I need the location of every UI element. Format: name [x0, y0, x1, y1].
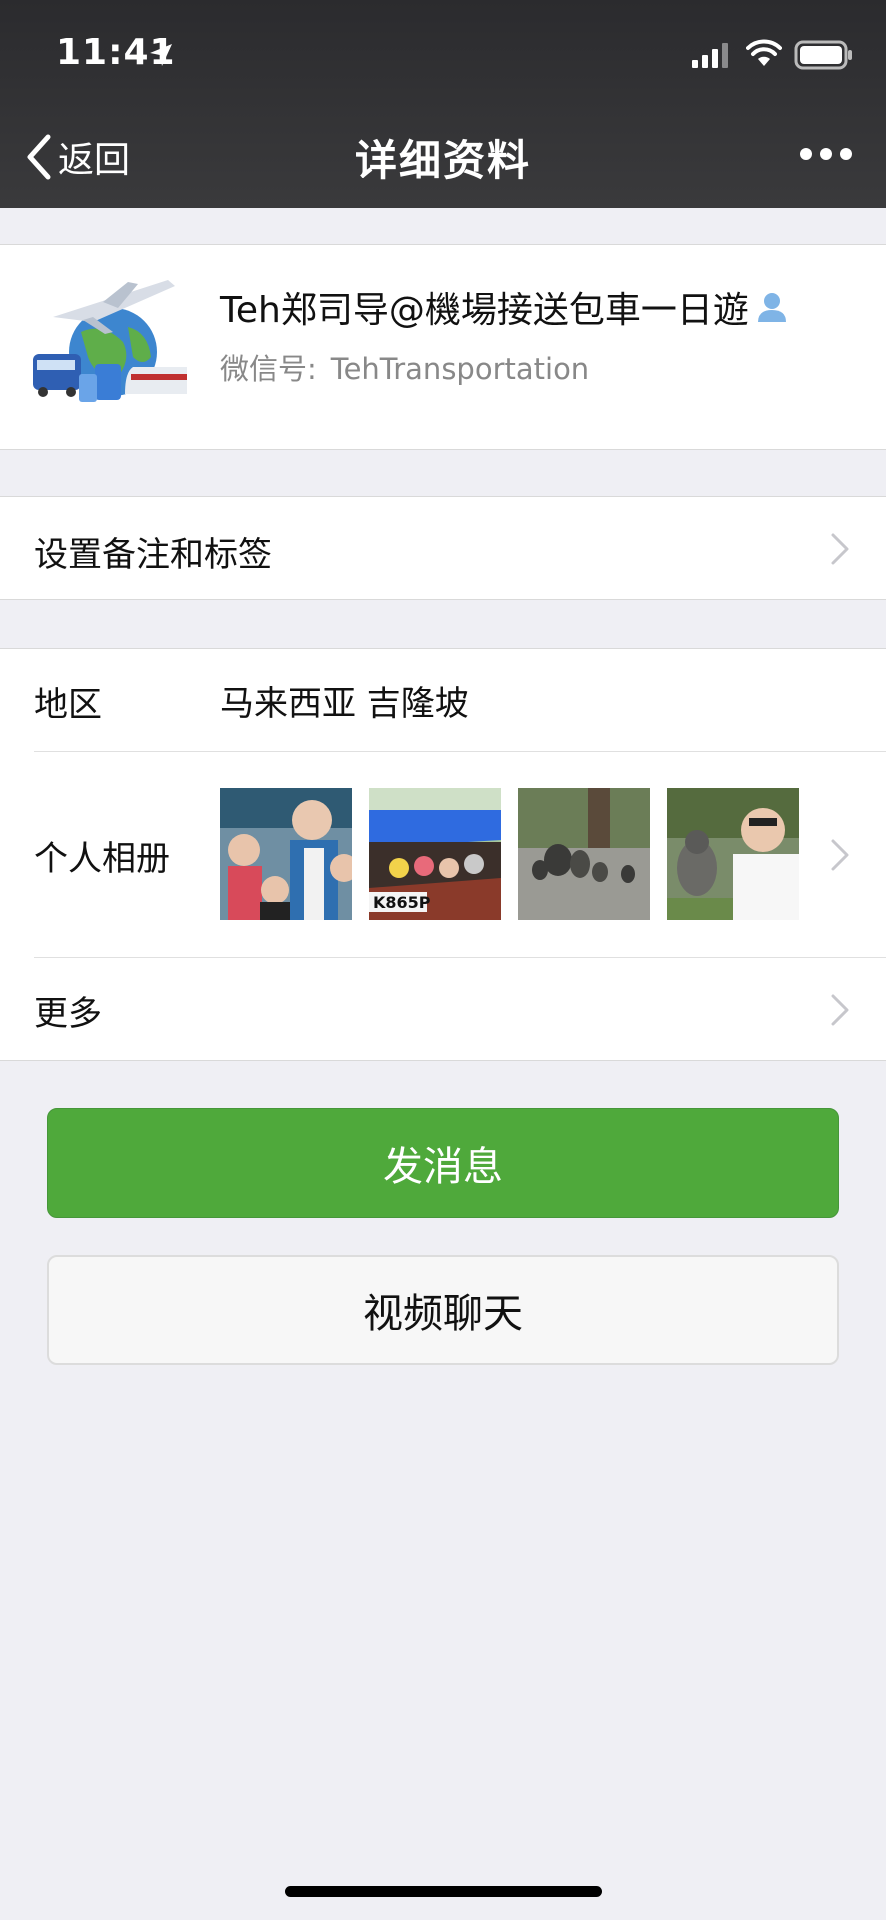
contact-name: Teh郑司导@機場接送包車一日遊 [220, 290, 749, 331]
chevron-right-icon [831, 839, 849, 871]
top-bar: 11:41 返回 详细资料 [0, 0, 886, 208]
album-thumbnails[interactable]: K865P [220, 788, 799, 920]
page-title: 详细资料 [354, 136, 531, 185]
album-photo[interactable] [518, 788, 650, 920]
chevron-right-icon [831, 994, 849, 1026]
album-photo[interactable]: K865P [369, 788, 501, 920]
send-message-button[interactable]: 发消息 [47, 1108, 839, 1218]
home-indicator[interactable] [285, 1886, 602, 1897]
album-label: 个人相册 [34, 839, 170, 879]
set-remark-label: 设置备注和标签 [34, 535, 272, 575]
person-icon [757, 293, 786, 322]
boat-plate-text: K865P [373, 893, 431, 912]
album-photo[interactable] [220, 788, 352, 920]
signal-icon [692, 43, 728, 68]
more-row[interactable]: 更多 [0, 958, 886, 1060]
wechat-id-label: 微信号: [220, 352, 317, 386]
album-photo[interactable] [667, 788, 799, 920]
contact-name-row: Teh郑司导@機場接送包車一日遊 [220, 281, 789, 333]
set-remark-row[interactable]: 设置备注和标签 [0, 496, 886, 600]
region-value: 马来西亚 吉隆坡 [220, 684, 469, 724]
wechat-id-value: TehTransportation [330, 352, 590, 386]
more-label: 更多 [34, 994, 102, 1034]
location-arrow-icon [150, 44, 172, 66]
region-label: 地区 [34, 685, 102, 725]
wechat-id: 微信号: TehTransportation [220, 346, 589, 388]
chevron-right-icon [831, 533, 849, 565]
video-call-button[interactable]: 视频聊天 [47, 1255, 839, 1365]
avatar[interactable] [33, 272, 187, 422]
more-options-icon[interactable] [798, 142, 854, 166]
wifi-icon [746, 39, 782, 66]
battery-icon [794, 40, 852, 70]
